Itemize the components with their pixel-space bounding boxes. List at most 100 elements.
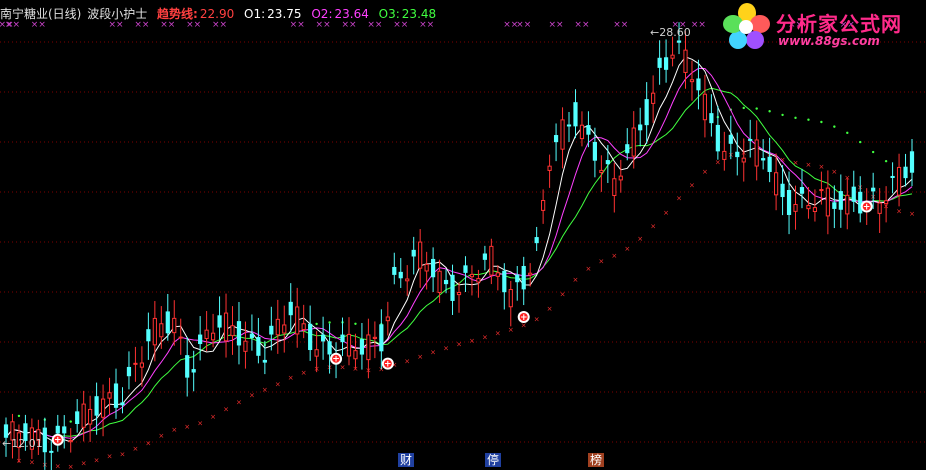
top-cross-mark: ××: [613, 20, 628, 30]
trend-support-mark: ×: [560, 291, 566, 299]
candle-body: [198, 334, 203, 345]
tag-ranking[interactable]: 榜: [588, 453, 605, 467]
buy-signal-cross: +: [384, 360, 392, 370]
candle-body: [120, 402, 125, 406]
trend-support-mark: ×: [650, 223, 656, 231]
candle-body: [806, 204, 811, 210]
candle-body: [372, 336, 377, 339]
candle-body: [75, 411, 80, 424]
candle-body: [275, 318, 280, 336]
trend-support-mark: ×: [806, 161, 812, 169]
candle-body: [107, 392, 112, 399]
o2-label: O2:: [311, 7, 333, 21]
trend-support-mark: ×: [663, 209, 669, 217]
candle-body: [774, 172, 779, 196]
candle-body: [625, 144, 630, 154]
o3-label: O3:: [378, 7, 400, 21]
trend-resist-mark: [315, 322, 318, 326]
candle-body: [851, 186, 856, 202]
o1-label: O1:: [244, 7, 266, 21]
candle-body: [599, 169, 604, 174]
candle-body: [230, 325, 235, 337]
trend-support-mark: ×: [68, 463, 74, 470]
trend-support-mark: ×: [818, 163, 824, 171]
candle-body: [909, 151, 915, 173]
trend-support-mark: ×: [158, 432, 164, 440]
candle-body: [295, 306, 300, 335]
candle-body: [456, 292, 462, 296]
trend-support-mark: ×: [275, 380, 281, 388]
site-logo[interactable]: 分析家公式网 www.88gs.com: [720, 2, 920, 54]
candle-body: [418, 241, 423, 269]
top-cross-mark: ××: [691, 20, 706, 30]
candle-body: [269, 325, 274, 335]
trend-support-mark: ×: [262, 386, 268, 394]
candle-body: [735, 151, 740, 158]
candle-body: [709, 113, 714, 124]
trend-support-mark: ×: [132, 445, 138, 453]
candle-body: [903, 166, 908, 179]
trend-resist-mark: [354, 322, 357, 326]
buy-signal-cross: +: [332, 355, 340, 365]
candle-body: [761, 158, 766, 161]
trend-resist-mark: [69, 420, 72, 423]
trend-support-mark: ×: [184, 423, 190, 431]
trend-resist-mark: [781, 113, 784, 117]
candle-body: [178, 336, 183, 339]
high-price-label: ←28.60: [650, 26, 691, 39]
candle-body: [560, 119, 565, 150]
trend-support-mark: ×: [94, 457, 100, 465]
candle-body: [236, 321, 242, 346]
candle-body: [463, 265, 468, 273]
candle-body: [670, 54, 675, 59]
candle-body: [210, 332, 216, 341]
candlestick-chart[interactable]: ×× × × ×× ××××× × ×××××××××× ×× ××××× × × × ××××××××…: [0, 0, 926, 470]
trend-support-mark: ×: [288, 374, 294, 382]
o1-value: 23.75: [267, 7, 302, 21]
trend-resist-mark: [871, 150, 875, 154]
candle-body: [573, 102, 578, 127]
candle-body: [605, 160, 610, 165]
candle-body: [890, 175, 895, 178]
trend-resist-mark: [755, 107, 758, 110]
candle-body: [651, 92, 656, 104]
candle-body: [94, 396, 99, 416]
trend-support-mark: ×: [171, 426, 177, 434]
trend-resist-mark: [742, 106, 745, 110]
trend-support-mark: ×: [249, 391, 255, 399]
logo-name: 分析家公式网: [776, 12, 902, 36]
candle-body: [172, 317, 177, 334]
candle-body: [696, 78, 701, 91]
o3-value: 23.48: [401, 7, 437, 21]
trend-support-mark: ×: [210, 413, 216, 421]
trend-support-mark: ×: [611, 252, 617, 260]
candle-body: [68, 439, 73, 443]
flower-icon: [723, 3, 770, 49]
candle-body: [288, 301, 293, 316]
candle-body: [663, 57, 669, 70]
candle-body: [592, 141, 597, 161]
candle-body: [715, 124, 720, 152]
candle-body: [502, 270, 507, 293]
high-price-arrow: ←: [650, 26, 660, 39]
trend-resist-mark: [328, 321, 331, 324]
trend-resist-mark: [833, 125, 836, 128]
candle-body: [191, 369, 196, 373]
candle-body: [780, 183, 785, 198]
candle-body: [256, 337, 261, 356]
candle-body: [450, 274, 455, 301]
top-cross-mark: ××: [574, 20, 589, 30]
tag-suspend[interactable]: 停: [485, 453, 502, 467]
tag-finance[interactable]: 财: [398, 453, 415, 467]
top-cross-mark: ××: [516, 20, 531, 30]
candle-body: [321, 334, 326, 342]
candle-body: [282, 324, 287, 334]
candle-body: [676, 40, 682, 43]
trend-support-mark: ×: [107, 453, 113, 461]
candle-body: [146, 329, 151, 342]
trend-support-mark: ×: [55, 463, 61, 470]
candle-body: [495, 272, 500, 277]
candle-body: [379, 324, 384, 352]
candle-body: [579, 124, 585, 140]
trend-resist-mark: [807, 118, 810, 121]
